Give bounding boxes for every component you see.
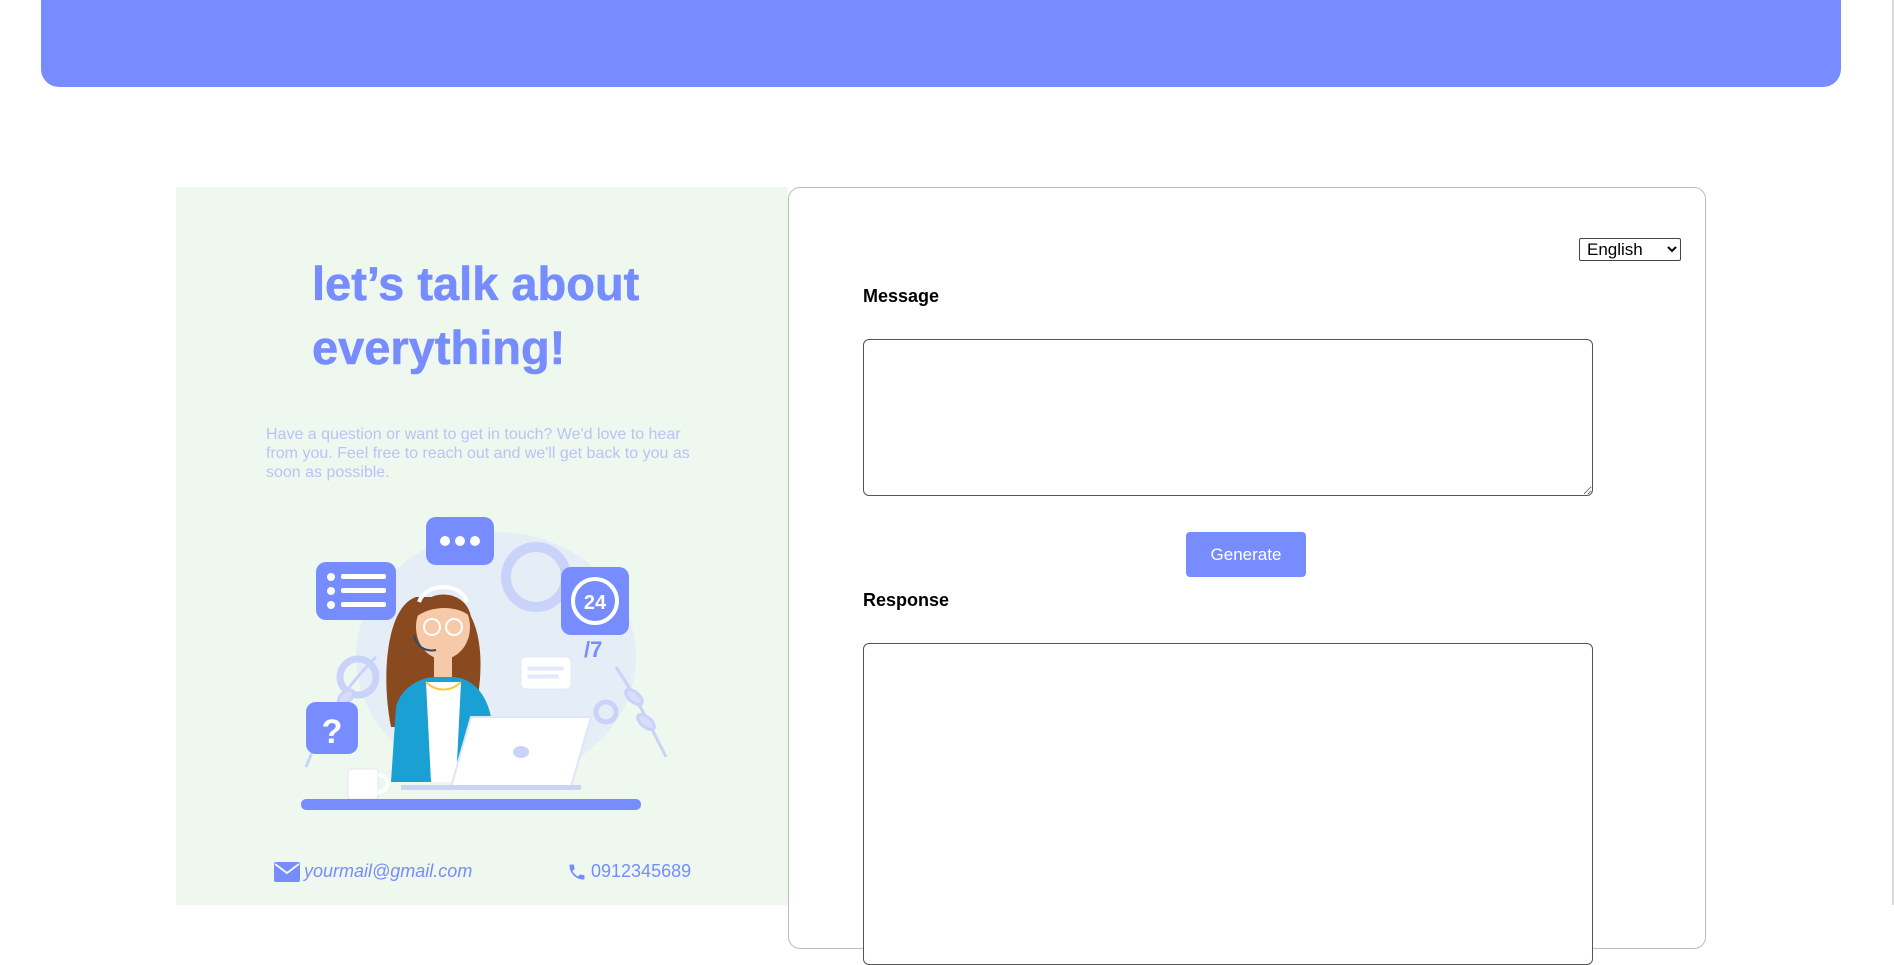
message-label: Message <box>863 286 940 306</box>
contact-email[interactable]: yourmail@gmail.com <box>274 861 472 882</box>
response-label: Response <box>863 590 950 610</box>
desk-surface <box>301 799 641 810</box>
leaf-decoration-right <box>614 666 668 758</box>
envelope-icon <box>274 861 300 882</box>
top-header-bar <box>41 0 1841 87</box>
contact-email-text[interactable]: yourmail@gmail.com <box>304 861 472 882</box>
svg-text:/7: /7 <box>584 637 602 662</box>
contact-phone[interactable]: 0912345689 <box>567 861 691 882</box>
coffee-cup-illustration <box>347 768 390 800</box>
contact-info-panel: let’s talk about everything! Have a ques… <box>176 187 788 905</box>
phone-icon <box>569 864 585 879</box>
list-icon <box>316 562 396 620</box>
svg-text:?: ? <box>322 713 343 751</box>
message-form-panel: English Message Generate Response <box>788 187 1706 965</box>
page-headline: let’s talk about everything! <box>312 257 640 375</box>
chat-bubble-dots-icon <box>426 517 494 565</box>
language-select[interactable]: English <box>1579 238 1681 261</box>
svg-text:24: 24 <box>584 592 607 614</box>
question-icon: ? <box>306 702 358 754</box>
message-textarea[interactable] <box>863 339 1593 496</box>
speech-card <box>520 656 572 690</box>
support-agent-illustration: 24 /7 ? <box>301 517 668 810</box>
response-textarea[interactable] <box>863 643 1593 965</box>
intro-text: Have a question or want to get in touch?… <box>266 426 690 481</box>
contact-phone-text[interactable]: 0912345689 <box>591 861 691 882</box>
generate-button[interactable]: Generate <box>1186 532 1306 577</box>
